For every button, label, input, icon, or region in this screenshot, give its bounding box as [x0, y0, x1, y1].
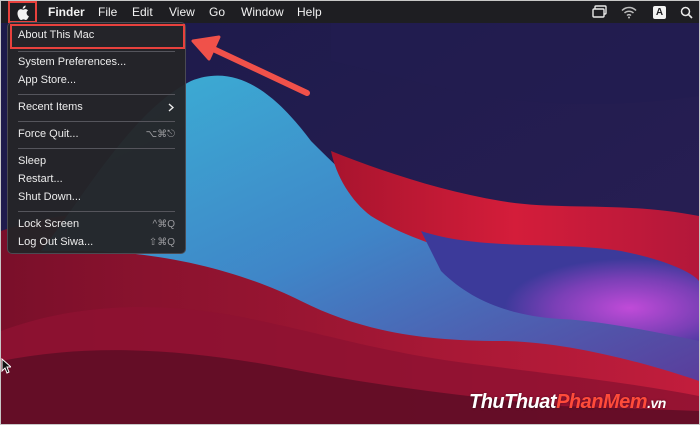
input-source-icon[interactable]: A [653, 4, 666, 20]
menu-item-app-store[interactable]: App Store... [8, 72, 185, 89]
menu-item-recent-items[interactable]: Recent Items [8, 99, 185, 116]
apple-logo-icon [17, 5, 29, 20]
menu-separator [18, 211, 175, 212]
menu-separator [18, 94, 175, 95]
menu-item-label: Log Out Siwa... [18, 236, 94, 248]
menu-item-label: Shut Down... [18, 191, 81, 203]
watermark: ThuThuatPhanMem.vn [469, 391, 666, 414]
menu-bar: Finder File Edit View Go Window Help A [1, 1, 699, 23]
menu-item-label: Restart... [18, 173, 63, 185]
menu-file[interactable]: File [98, 1, 117, 23]
menu-separator [18, 51, 175, 52]
chevron-right-icon [168, 99, 175, 118]
display-icon[interactable] [592, 4, 608, 20]
highlight-box [10, 24, 185, 49]
menu-separator [18, 148, 175, 149]
menu-item-lock-screen[interactable]: Lock Screen ^⌘Q [8, 216, 185, 233]
menu-item-log-out[interactable]: Log Out Siwa... ⇧⌘Q [8, 234, 185, 251]
menu-view[interactable]: View [169, 1, 195, 23]
menu-finder[interactable]: Finder [48, 1, 85, 23]
menu-item-shortcut: ⌥⌘⎋ [145, 129, 175, 140]
input-source-letter: A [653, 5, 666, 19]
menu-item-label: Recent Items [18, 101, 83, 113]
menu-separator [18, 121, 175, 122]
menu-item-label: System Preferences... [18, 56, 127, 68]
menu-edit[interactable]: Edit [132, 1, 153, 23]
menu-item-shut-down[interactable]: Shut Down... [8, 189, 185, 206]
annotation-arrow-icon [191, 35, 310, 96]
menu-item-system-preferences[interactable]: System Preferences... [8, 54, 185, 71]
apple-menu-button[interactable] [8, 1, 37, 23]
wifi-icon[interactable] [621, 4, 637, 20]
spotlight-icon[interactable] [680, 4, 693, 20]
menu-help[interactable]: Help [297, 1, 322, 23]
menu-item-label: Lock Screen [18, 218, 80, 230]
menu-item-sleep[interactable]: Sleep [8, 153, 185, 170]
menu-item-label: Force Quit... [18, 128, 79, 140]
watermark-part: ThuThuat [469, 391, 557, 413]
desktop: Finder File Edit View Go Window Help A A… [0, 0, 700, 425]
mouse-cursor-icon [1, 358, 11, 374]
watermark-part: .vn [647, 395, 666, 411]
menu-item-shortcut: ⇧⌘Q [148, 237, 175, 248]
menu-go[interactable]: Go [209, 1, 225, 23]
watermark-part: PhanMem [556, 391, 648, 413]
menu-item-label: Sleep [18, 155, 47, 167]
menu-item-label: App Store... [18, 74, 77, 86]
menu-item-restart[interactable]: Restart... [8, 171, 185, 188]
menu-item-shortcut: ^⌘Q [152, 219, 175, 230]
menu-item-force-quit[interactable]: Force Quit... ⌥⌘⎋ [8, 126, 185, 143]
menu-window[interactable]: Window [241, 1, 284, 23]
apple-dropdown-menu: About This Mac System Preferences... App… [7, 22, 186, 254]
